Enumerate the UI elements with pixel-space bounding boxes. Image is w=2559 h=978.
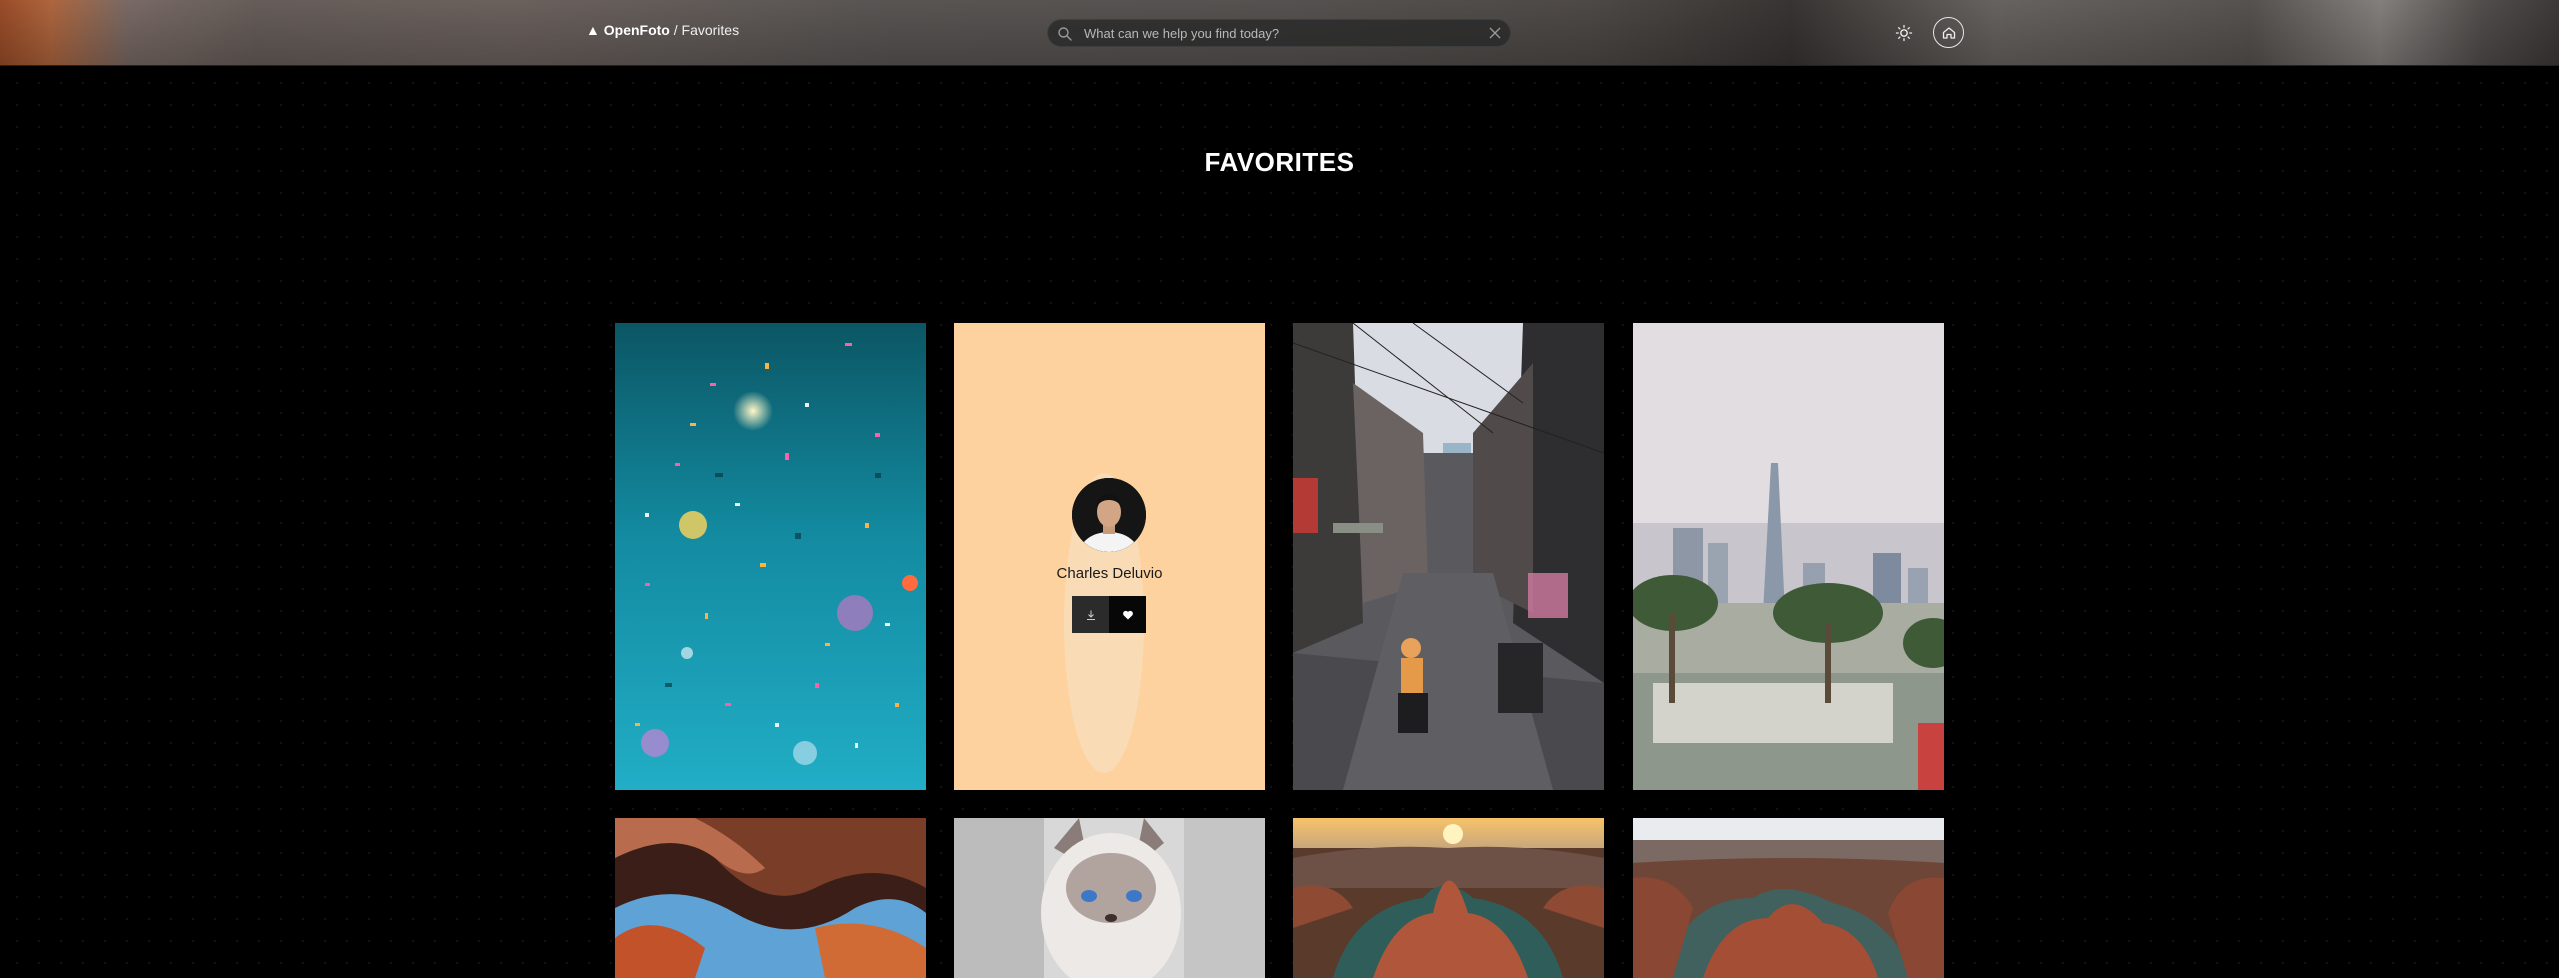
photo-card-horseshoe[interactable] — [1633, 818, 1944, 978]
photo-confetti — [615, 323, 926, 790]
home-button[interactable] — [1933, 17, 1964, 48]
breadcrumb-separator: / — [669, 22, 682, 38]
photo-card-author[interactable]: Charles Deluvio — [954, 323, 1265, 790]
author-name[interactable]: Charles Deluvio — [954, 565, 1265, 582]
download-button[interactable] — [1072, 596, 1109, 633]
sun-icon[interactable] — [1894, 23, 1914, 43]
search-bar[interactable] — [1047, 19, 1511, 47]
photo-card-horseshoe-sunset[interactable] — [1293, 818, 1604, 978]
breadcrumb-current[interactable]: Favorites — [682, 22, 740, 38]
photo-street-market — [1293, 323, 1604, 790]
photo-canyon-rock — [615, 818, 926, 978]
search-icon — [1058, 27, 1072, 41]
download-icon — [1086, 610, 1095, 620]
heart-icon — [1122, 610, 1133, 619]
breadcrumb: ▲ OpenFoto / Favorites — [586, 22, 739, 38]
photo-portrait-background — [954, 323, 1265, 790]
photo-card-confetti[interactable] — [615, 323, 926, 790]
photo-horseshoe-bend — [1633, 818, 1944, 978]
page-title: FAVORITES — [1204, 147, 1355, 177]
search-input[interactable] — [1082, 20, 1462, 46]
photo-card-street-market[interactable] — [1293, 323, 1604, 790]
photo-card-canyon-rock[interactable] — [615, 818, 926, 978]
photo-card-cat[interactable] — [954, 818, 1265, 978]
brand-logo[interactable]: ▲ OpenFoto — [586, 22, 670, 38]
avatar[interactable] — [1072, 478, 1146, 552]
home-icon — [1942, 26, 1955, 39]
photo-card-city-skyline[interactable] — [1633, 323, 1944, 790]
top-navigation-bar: ▲ OpenFoto / Favorites — [0, 0, 2559, 66]
photo-actions — [1072, 596, 1146, 633]
favorite-button[interactable] — [1109, 596, 1146, 633]
close-icon[interactable] — [1488, 26, 1502, 40]
photo-city-skyline — [1633, 323, 1944, 790]
photo-horseshoe-bend-sunset — [1293, 818, 1604, 978]
photo-cat — [954, 818, 1265, 978]
page-background — [0, 0, 2559, 970]
